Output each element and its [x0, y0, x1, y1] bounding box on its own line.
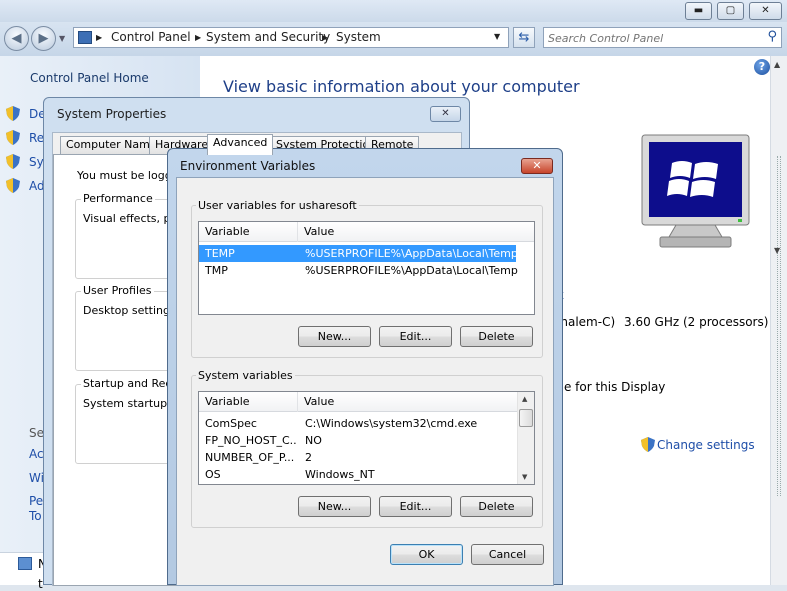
user-new-button[interactable]: New...: [298, 326, 371, 347]
system-delete-button[interactable]: Delete: [460, 496, 533, 517]
list-item[interactable]: NUMBER_OF_P... 2: [199, 449, 534, 466]
breadcrumb-item[interactable]: Control Panel: [111, 30, 191, 44]
address-dropdown-icon[interactable]: ▼: [494, 32, 500, 41]
processor-speed: 3.60 GHz (2 processors): [624, 315, 769, 329]
column-header-variable[interactable]: Variable: [199, 222, 298, 242]
pen-touch-fragment: ble for this Display: [553, 380, 666, 394]
scroll-down-icon[interactable]: ▼: [774, 246, 780, 255]
variable-name: TMP: [205, 264, 228, 277]
dialog-body: User variables for usharesoft Variable V…: [176, 177, 554, 586]
see-also-link[interactable]: Wi: [29, 471, 44, 485]
recent-pages-chevron-icon[interactable]: ▼: [59, 34, 65, 43]
forward-arrow-icon[interactable]: ▶: [31, 26, 56, 51]
close-button[interactable]: ✕: [749, 2, 782, 20]
variable-value: 2: [305, 451, 312, 464]
scroll-thumb[interactable]: [519, 409, 533, 427]
control-panel-icon: [78, 31, 92, 44]
cancel-button[interactable]: Cancel: [471, 544, 544, 565]
network-icon: [18, 557, 32, 570]
environment-variables-dialog: Environment Variables ✕ User variables f…: [167, 148, 563, 586]
list-item[interactable]: ComSpec C:\Windows\system32\cmd.exe: [199, 415, 534, 432]
system-new-button[interactable]: New...: [298, 496, 371, 517]
variable-value: NO: [305, 434, 322, 447]
uac-shield-icon: [6, 106, 20, 124]
close-button[interactable]: ✕: [430, 106, 461, 122]
list-item[interactable]: TMP %USERPROFILE%\AppData\Local\Temp: [199, 262, 534, 279]
scroll-down-icon[interactable]: ▼: [522, 473, 527, 481]
computer-monitor-icon: [640, 133, 751, 251]
group-label: System variables: [196, 369, 295, 382]
title-bar: ▬ ▢ ✕: [0, 0, 787, 22]
minimize-button[interactable]: ▬: [685, 2, 712, 20]
group-label: User Profiles: [81, 284, 154, 297]
task-link[interactable]: Re: [29, 131, 44, 145]
system-edit-button[interactable]: Edit...: [379, 496, 452, 517]
list-header: Variable Value: [199, 392, 519, 412]
list-item[interactable]: TEMP %USERPROFILE%\AppData\Local\Temp: [199, 245, 518, 262]
scroll-up-icon[interactable]: ▲: [522, 395, 527, 403]
uac-shield-icon: [6, 154, 20, 172]
variable-name: TEMP: [205, 247, 235, 260]
list-item[interactable]: FP_NO_HOST_C... NO: [199, 432, 534, 449]
search-input[interactable]: [548, 30, 758, 46]
group-label: Performance: [81, 192, 155, 205]
user-edit-button[interactable]: Edit...: [379, 326, 452, 347]
dialog-title: Environment Variables: [180, 159, 316, 173]
refresh-icon[interactable]: ⇆: [513, 27, 535, 48]
breadcrumb-item[interactable]: System: [336, 30, 381, 44]
list-item[interactable]: OS Windows_NT: [199, 466, 534, 483]
maximize-button[interactable]: ▢: [717, 2, 744, 20]
variable-value: %USERPROFILE%\AppData\Local\Temp: [305, 247, 518, 260]
variable-value: %USERPROFILE%\AppData\Local\Temp: [305, 264, 518, 277]
control-panel-home-link[interactable]: Control Panel Home: [30, 71, 149, 85]
main-scrollbar[interactable]: ▲ ▼: [770, 56, 787, 585]
uac-shield-icon: [641, 437, 655, 455]
page-title: View basic information about your comput…: [223, 77, 580, 96]
breadcrumb-separator-icon[interactable]: ▶: [195, 33, 201, 42]
see-also-link[interactable]: To: [29, 509, 42, 523]
tab-computer-name[interactable]: Computer Name: [60, 136, 163, 154]
change-settings-link[interactable]: Change settings: [657, 438, 755, 452]
breadcrumb-separator-icon: ▶: [96, 33, 103, 42]
ok-button[interactable]: OK: [390, 544, 463, 565]
variable-value: Windows_NT: [305, 468, 375, 481]
variable-name: OS: [205, 468, 221, 481]
group-label: User variables for usharesoft: [196, 199, 359, 212]
column-header-value[interactable]: Value: [298, 392, 519, 412]
list-scrollbar[interactable]: ▲ ▼: [517, 392, 534, 484]
uac-shield-icon: [6, 178, 20, 196]
user-variables-list[interactable]: Variable Value TEMP %USERPROFILE%\AppDat…: [198, 221, 535, 315]
scroll-thumb[interactable]: [777, 156, 781, 496]
scroll-up-icon[interactable]: ▲: [774, 60, 780, 69]
breadcrumb-item[interactable]: System and Security: [206, 30, 330, 44]
help-icon[interactable]: ?: [754, 59, 770, 75]
column-header-variable[interactable]: Variable: [199, 392, 298, 412]
breadcrumb-separator-icon[interactable]: ▶: [322, 33, 328, 42]
variable-name: NUMBER_OF_P...: [205, 451, 295, 464]
nav-pane-item[interactable]: t: [38, 577, 43, 591]
user-delete-button[interactable]: Delete: [460, 326, 533, 347]
column-header-value[interactable]: Value: [298, 222, 534, 242]
search-box[interactable]: ⚲: [543, 27, 782, 48]
variable-value: C:\Windows\system32\cmd.exe: [305, 417, 478, 430]
tab-advanced[interactable]: Advanced: [207, 134, 274, 155]
uac-shield-icon: [6, 130, 20, 148]
address-bar[interactable]: ▶ Control Panel ▶ System and Security ▶ …: [73, 27, 509, 48]
variable-name: ComSpec: [205, 417, 257, 430]
list-header: Variable Value: [199, 222, 534, 242]
variable-name: FP_NO_HOST_C...: [205, 434, 297, 447]
system-variables-list[interactable]: Variable Value ComSpec C:\Windows\system…: [198, 391, 535, 485]
dialog-title: System Properties: [57, 107, 167, 121]
close-icon[interactable]: ✕: [521, 158, 553, 174]
back-arrow-icon[interactable]: ◀: [4, 26, 29, 51]
search-icon[interactable]: ⚲: [767, 29, 777, 44]
